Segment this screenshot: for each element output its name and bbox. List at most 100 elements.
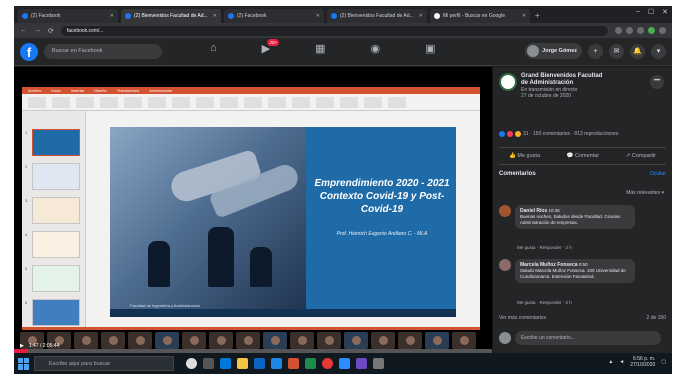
url-field[interactable]: facebook.com/... [60,25,608,36]
like-reaction-icon [499,131,505,137]
live-video[interactable]: Archivo Inicio Insertar Diseño Transiciones A… [14,67,492,353]
slide-footer: Facultad de Ingeniería y Administración [130,303,201,308]
video-time: 1:47 / 2:05:44 [28,343,60,349]
play-icon[interactable]: ▶ [20,343,24,349]
groups-icon[interactable]: ◉ [371,42,381,55]
word-icon[interactable] [271,358,282,369]
notifications-icon[interactable]: 🔔 [630,43,645,59]
avatar[interactable] [499,205,511,217]
screen: (2) Facebook ✕ (2) Bienvenidos Facultad d… [14,6,672,374]
marketplace-icon[interactable]: ▦ [315,42,325,55]
extension-icon[interactable] [626,27,633,34]
taskbar-search-input[interactable]: Escribe aquí para buscar [34,356,174,371]
page-name[interactable]: Grand Bienvenidos Facultad de Administra… [521,73,607,87]
browser-tab-active[interactable]: (2) Bienvenidos Facultad de Ad... ✕ [121,9,221,23]
google-favicon-icon [434,13,440,19]
slide-thumbnail[interactable]: 2 [25,163,80,190]
hide-comments-link[interactable]: Ocultar [650,171,666,177]
close-icon[interactable]: ✕ [316,13,320,19]
teams-icon[interactable] [356,358,367,369]
profile-icon[interactable] [648,27,655,34]
close-icon[interactable]: ✕ [110,13,114,19]
file-explorer-icon[interactable] [237,358,248,369]
facebook-nav: ⌂ ▶ 20+ ▦ ◉ ▣ [210,39,436,55]
taskbar-clock[interactable]: 6:56 p. m. 27/10/2020 [630,356,655,368]
notifications-icon[interactable]: ▢ [661,359,666,365]
post-date[interactable]: 27 de octubre de 2020 [521,93,607,99]
extensions [615,27,666,34]
account-menu-icon[interactable]: ▾ [651,43,666,59]
cortana-icon[interactable] [186,358,197,369]
close-icon[interactable]: ✕ [419,13,423,19]
store-icon[interactable] [254,358,265,369]
messenger-icon[interactable]: ✉ [609,43,624,59]
avatar [499,332,511,344]
browser-tab[interactable]: Mi perfil - Buscar en Google ✕ [430,9,530,23]
home-icon[interactable]: ⌂ [210,42,217,55]
network-icon[interactable]: ▲ [608,359,613,365]
like-button[interactable]: 👍 Me gusta [509,153,540,159]
reactions-summary[interactable]: 31 · 150 comentarios · 813 reproduccione… [499,131,618,137]
avatar[interactable] [499,259,511,271]
minimize-icon[interactable]: – [636,8,640,16]
handshake-chess-image [110,127,306,317]
more-comments-link[interactable]: Ver más comentarios [499,315,546,321]
comment-actions[interactable]: Me gusta · Responder · 2 h [517,245,572,250]
watch-icon[interactable]: ▶ 20+ [262,39,280,55]
back-icon[interactable]: ← [20,27,27,34]
write-comment-row: Escribe un comentario... [499,331,661,345]
user-profile-button[interactable]: Jorge Gómez [525,43,582,59]
slide-title: Emprendimiento 2020 - 2021 Contexto Covi… [314,178,450,215]
page-avatar[interactable] [499,73,517,91]
new-tab-icon[interactable]: + [535,9,540,23]
taskbar-apps [186,358,384,369]
facebook-logo-icon[interactable]: f [20,42,38,61]
maximize-icon[interactable]: ☐ [648,8,654,16]
slide-thumbnail[interactable]: 6 [25,299,80,326]
powerpoint-window: Archivo Inicio Insertar Diseño Transiciones A… [22,87,480,327]
close-icon[interactable]: ✕ [522,13,526,19]
slide-thumbnail[interactable]: 5 [25,265,80,292]
window-controls: – ☐ ✕ [636,8,668,16]
app-icon[interactable] [373,358,384,369]
facebook-search-input[interactable]: Buscar en Facebook [44,44,162,59]
comment-button[interactable]: 💬 Comentar [567,153,600,159]
extension-icon[interactable] [637,27,644,34]
reload-icon[interactable]: ⟳ [48,27,54,35]
more-options-icon[interactable]: ••• [650,75,664,89]
browser-tab-bar: (2) Facebook ✕ (2) Bienvenidos Facultad d… [14,6,672,23]
gaming-icon[interactable]: ▣ [425,42,435,55]
comment-sort-dropdown[interactable]: Más relevantes ▾ [626,190,664,196]
task-view-icon[interactable] [203,358,214,369]
close-window-icon[interactable]: ✕ [662,8,668,16]
slide-thumbnail[interactable]: 1 [25,129,80,156]
system-tray: ▲ ◄ 6:56 p. m. 27/10/2020 ▢ [608,356,666,368]
browser-tab[interactable]: (2) Facebook ✕ [18,9,118,23]
comments-header: Comentarios Ocultar [499,171,666,177]
close-icon[interactable]: ✕ [213,13,217,19]
slide-thumbnail[interactable]: 3 [25,197,80,224]
share-button[interactable]: ↗ Compartir [626,153,656,159]
edge-icon[interactable] [220,358,231,369]
comment: Marcela Muñoz Fonseca 0:50 Saludo Marcel… [499,259,635,283]
comment-input[interactable]: Escribe un comentario... [515,331,661,345]
menu-icon[interactable] [659,27,666,34]
windows-start-icon[interactable] [18,357,30,370]
comment-count: 2 de 150 [646,315,666,321]
browser-tab[interactable]: (2) Bienvenidos Facultad de Ad... ✕ [327,9,427,23]
create-icon[interactable]: + [588,43,603,59]
slide-author: Prof. Heinrich Eugenio Arellano C. - MLA [336,231,428,237]
slide-thumbnail[interactable]: 4 [25,231,80,258]
love-reaction-icon [507,131,513,137]
powerpoint-icon[interactable] [288,358,299,369]
zoom-icon[interactable] [339,358,350,369]
video-controls: ▶ 1:47 / 2:05:44 [14,339,492,353]
facebook-top-bar: f Buscar en Facebook ⌂ ▶ 20+ ▦ ◉ ▣ Jorge … [14,38,672,66]
star-icon[interactable] [615,27,622,34]
chrome-icon[interactable] [322,358,333,369]
comment-actions[interactable]: Me gusta · Responder · 2 h [517,300,572,305]
browser-tab[interactable]: (2) Facebook ✕ [224,9,324,23]
excel-icon[interactable] [305,358,316,369]
forward-icon[interactable]: → [34,27,41,34]
volume-icon[interactable]: ◄ [619,359,624,365]
